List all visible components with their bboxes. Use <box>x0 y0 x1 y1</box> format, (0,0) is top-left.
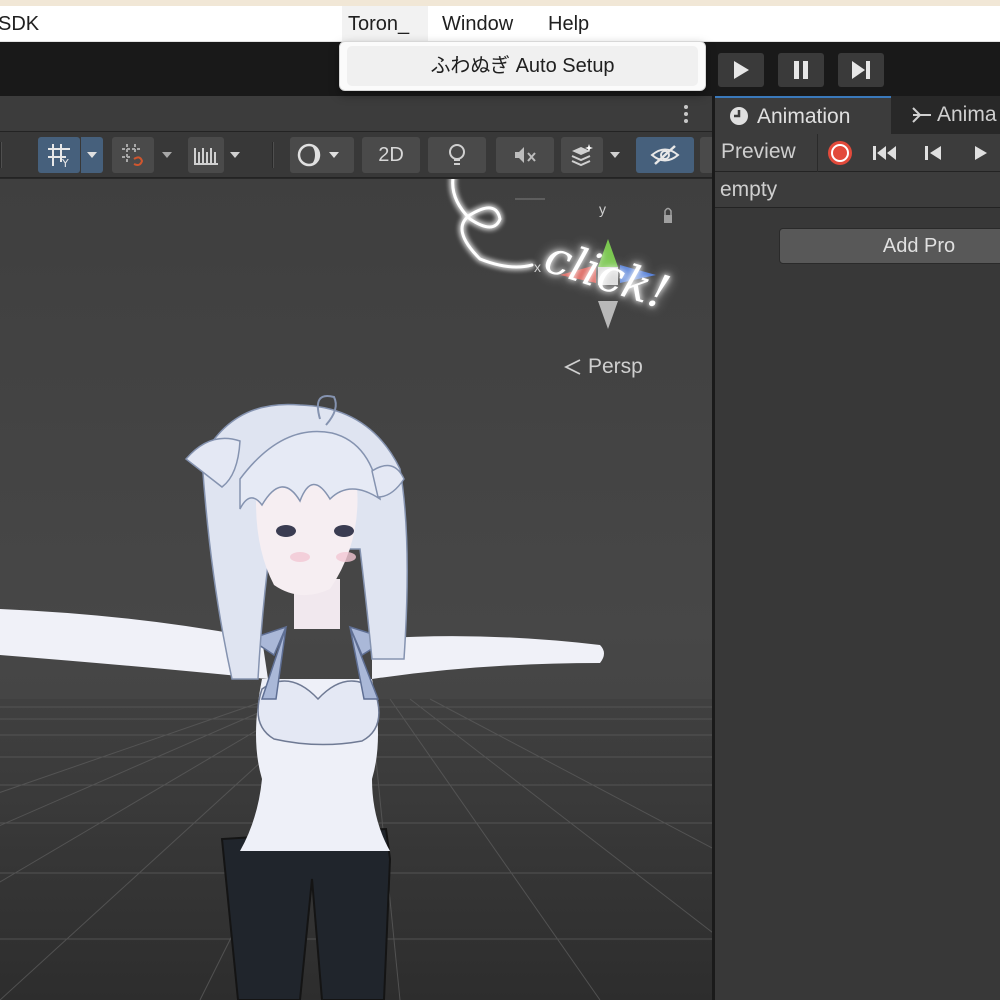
shading-sphere-icon <box>296 142 322 168</box>
shading-mode-button[interactable] <box>290 137 354 173</box>
animation-clip-row: empty <box>715 172 1000 208</box>
scene-viewport[interactable]: y x click! Persp <box>0 179 712 1000</box>
more-options-icon[interactable] <box>682 104 690 124</box>
chevron-down-icon <box>229 151 241 159</box>
gizmo-y-label: y <box>599 201 606 217</box>
menu-item-sdk[interactable]: SDK <box>0 6 45 42</box>
scene-lighting-button[interactable] <box>428 137 486 173</box>
chevron-down-icon <box>161 151 173 159</box>
tab-animation-label: Animation <box>757 105 850 129</box>
play-button[interactable] <box>718 53 764 87</box>
pause-icon <box>792 60 810 80</box>
animator-graph-icon <box>911 106 933 124</box>
lightbulb-icon <box>444 142 470 168</box>
previous-keyframe-button[interactable] <box>911 134 955 172</box>
preview-toggle[interactable]: Preview <box>721 140 796 164</box>
menubar: SDK Toron_ Window Help <box>0 6 1000 42</box>
record-button[interactable] <box>817 134 861 172</box>
tab-animator[interactable]: Anima <box>891 96 1000 134</box>
toolbar-overflow-button[interactable] <box>700 137 712 173</box>
clock-icon <box>729 106 749 126</box>
tab-animator-label: Anima <box>937 103 997 127</box>
svg-text:Y: Y <box>61 157 69 168</box>
grid-snapping-button[interactable]: Y <box>38 137 80 173</box>
increment-snap-button[interactable] <box>112 137 154 173</box>
step-button[interactable] <box>838 53 884 87</box>
projection-label: Persp <box>588 355 643 379</box>
scene-audio-button[interactable] <box>496 137 554 173</box>
menu-item-window[interactable]: Window <box>436 6 519 42</box>
record-icon <box>827 140 853 166</box>
first-keyframe-button[interactable] <box>863 134 907 172</box>
effects-layers-icon <box>568 142 596 168</box>
play-animation-button[interactable] <box>959 134 1000 172</box>
step-forward-icon <box>850 60 872 80</box>
audio-mute-icon <box>511 143 539 167</box>
toggle-2d-button[interactable]: 2D <box>362 137 420 173</box>
toolbar-separator <box>272 142 274 168</box>
eye-hidden-icon <box>650 144 680 166</box>
chevron-down-icon <box>86 151 98 159</box>
effects-button[interactable] <box>561 137 603 173</box>
add-property-button[interactable]: Add Pro <box>779 228 1000 264</box>
grid-snap-icon: Y <box>46 142 72 168</box>
pause-button[interactable] <box>778 53 824 87</box>
previous-frame-icon <box>923 144 943 162</box>
increment-snap-dropdown[interactable] <box>156 137 178 173</box>
tab-animation[interactable]: Animation <box>715 96 891 134</box>
menu-item-toron[interactable]: Toron_ <box>342 6 428 42</box>
gizmo-lock-icon[interactable] <box>664 215 672 223</box>
scene-tab-bar <box>0 96 712 132</box>
ruler-dropdown[interactable] <box>224 137 246 173</box>
menu-item-help[interactable]: Help <box>542 6 595 42</box>
grid-snapping-dropdown[interactable] <box>81 137 103 173</box>
perspective-icon <box>564 358 582 376</box>
effects-dropdown[interactable] <box>604 137 626 173</box>
chevron-down-icon <box>609 151 621 159</box>
skip-to-start-icon <box>872 144 898 162</box>
scene-visibility-button[interactable] <box>636 137 694 173</box>
ruler-icon <box>192 144 220 166</box>
fuwanugi-auto-setup-menu-item[interactable]: ふわぬぎ Auto Setup <box>347 46 698 86</box>
clip-selector[interactable]: empty <box>720 178 777 202</box>
ruler-button[interactable] <box>188 137 224 173</box>
play-icon <box>973 144 989 162</box>
toolbar-separator <box>0 142 2 168</box>
projection-toggle[interactable]: Persp <box>564 355 643 379</box>
play-icon <box>732 60 750 80</box>
animation-controls-bar: Preview <box>715 134 1000 172</box>
increment-snap-icon <box>120 142 146 168</box>
chevron-down-icon <box>328 151 340 159</box>
toron-dropdown-menu: ふわぬぎ Auto Setup <box>339 41 706 91</box>
